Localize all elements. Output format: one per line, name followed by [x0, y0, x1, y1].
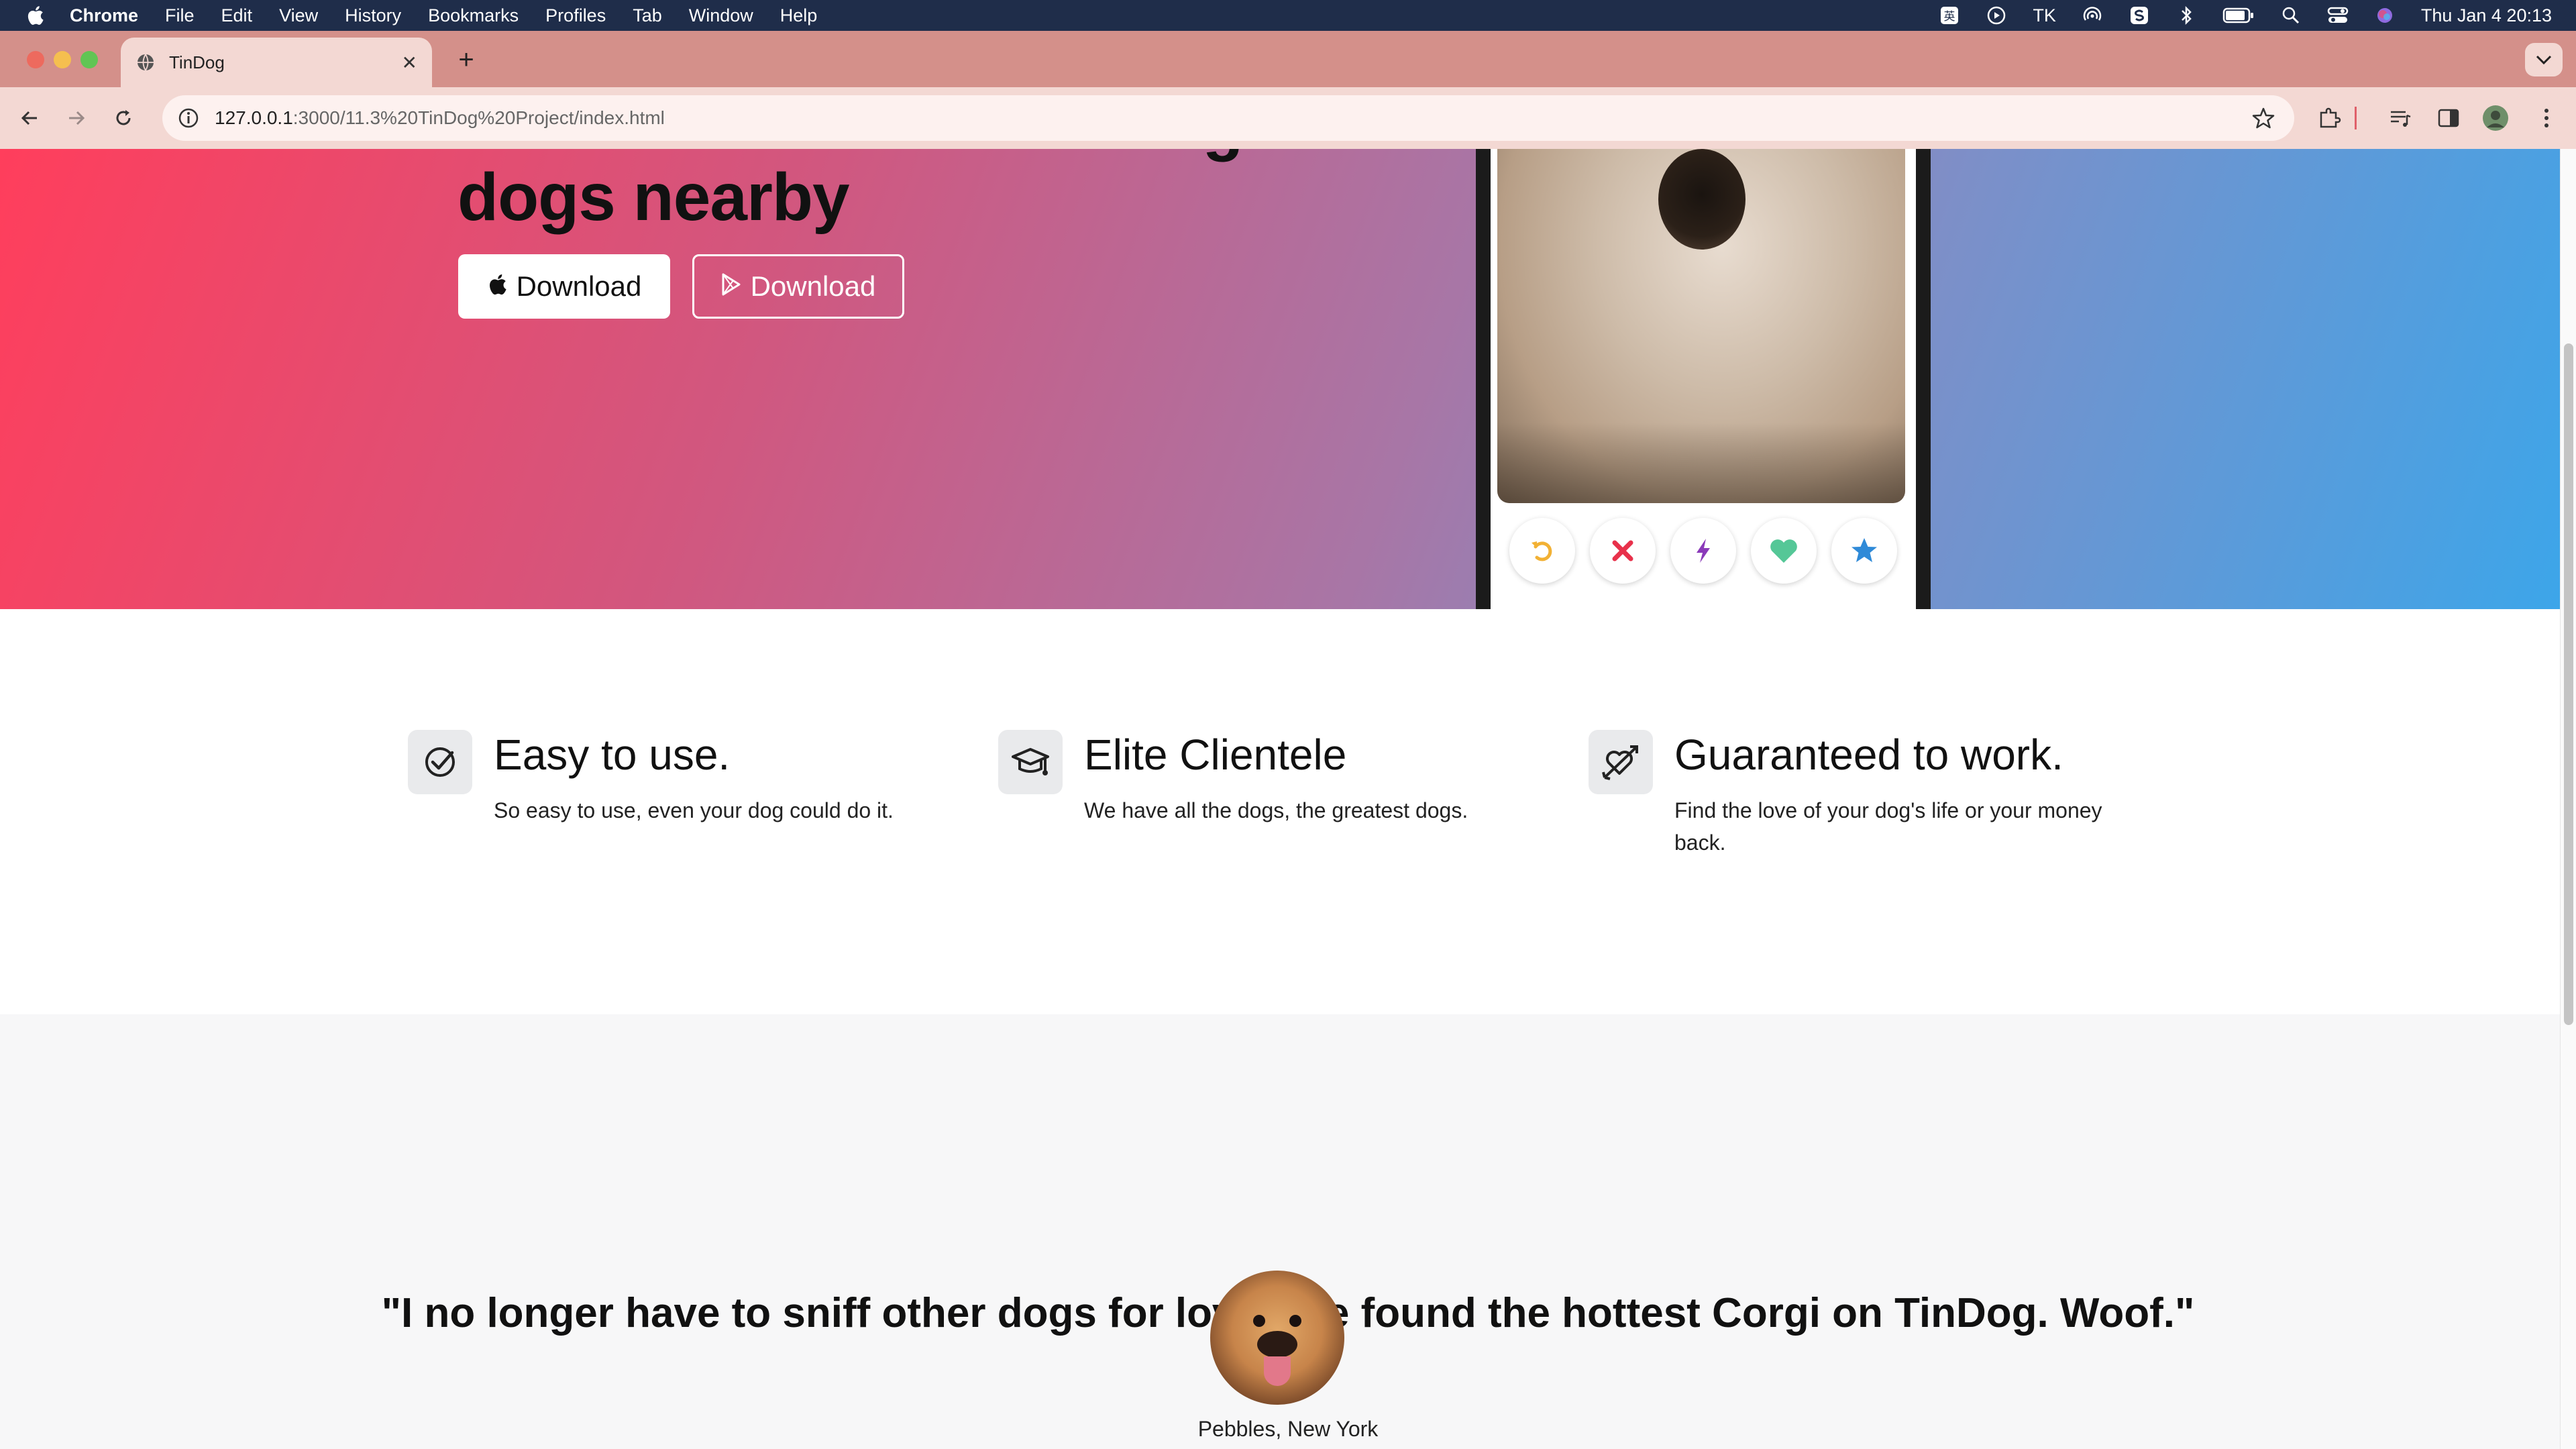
new-tab-plus-icon[interactable]: + [449, 43, 483, 76]
apple-download-label: Download [516, 270, 642, 302]
menu-bar-status-area: 英 TK Thu Jan 4 20:13 [1939, 0, 2552, 31]
tab-search-chevron-icon[interactable] [2525, 43, 2563, 76]
media-controls-icon[interactable] [2385, 103, 2415, 133]
back-arrow-icon[interactable] [12, 101, 47, 136]
bookmark-star-icon[interactable] [2251, 106, 2275, 130]
url-path: :3000/11.3%20TinDog%20Project/index.html [292, 107, 665, 128]
menu-view[interactable]: View [279, 5, 318, 26]
swipe-actions [1491, 518, 1916, 585]
feature-description: We have all the dogs, the greatest dogs. [1084, 798, 1468, 822]
play-circle-icon[interactable] [1986, 5, 2007, 26]
dog-profile-photo [1497, 149, 1905, 503]
scrollbar-thumb[interactable] [2564, 343, 2573, 1025]
bluetooth-icon[interactable] [2176, 5, 2197, 26]
dislike-x-icon[interactable] [1590, 518, 1656, 584]
menu-bar-clock[interactable]: Thu Jan 4 20:13 [2421, 5, 2552, 26]
extensions-puzzle-icon[interactable] [2314, 103, 2344, 133]
menu-window[interactable]: Window [689, 5, 753, 26]
google-play-download-label: Download [750, 270, 876, 302]
reload-icon[interactable] [106, 101, 141, 136]
apple-download-button[interactable]: Download [458, 254, 670, 319]
menu-history[interactable]: History [345, 5, 401, 26]
testimonial-dog-avatar [1210, 1271, 1344, 1405]
hero-section: Meet new and interesting dogs nearby Dow… [0, 149, 2576, 609]
toolbar-divider [2353, 103, 2359, 133]
dog-snout [1257, 1331, 1297, 1358]
macos-menu-bar: Chrome File Edit View History Bookmarks … [0, 0, 2576, 31]
apple-logo-icon[interactable] [25, 5, 46, 25]
check-circle-icon [408, 730, 472, 794]
site-info-icon[interactable] [177, 107, 200, 129]
phone-mockup [1476, 149, 1931, 609]
window-minimize-button[interactable] [54, 51, 71, 68]
menu-help[interactable]: Help [780, 5, 818, 26]
browser-tab-strip: TinDog ✕ + [0, 31, 2576, 87]
address-bar[interactable]: 127.0.0.1:3000/11.3%20TinDog%20Project/i… [162, 95, 2294, 141]
control-center-icon[interactable] [2327, 5, 2349, 26]
url-host: 127.0.0.1 [215, 107, 293, 128]
chrome-menu-icon[interactable] [2532, 103, 2561, 133]
profile-avatar[interactable] [2481, 103, 2510, 133]
testimonial-author: Pebbles, New York [1197, 1417, 1379, 1441]
window-close-button[interactable] [27, 51, 44, 68]
feature-description: Find the love of your dog's life or your… [1674, 798, 2102, 855]
boost-bolt-icon[interactable] [1670, 518, 1736, 584]
feature-title: Easy to use. [494, 731, 731, 779]
app-s-icon[interactable] [2129, 5, 2150, 26]
page-scrollbar[interactable] [2560, 149, 2576, 1449]
forward-arrow-icon[interactable] [59, 101, 94, 136]
photo-shade [1497, 423, 1905, 503]
dog-eye [1253, 1315, 1265, 1327]
input-method-icon[interactable]: 英 [1939, 5, 1960, 26]
window-zoom-button[interactable] [80, 51, 98, 68]
menu-app-name[interactable]: Chrome [70, 5, 138, 26]
siri-icon[interactable] [2374, 5, 2396, 26]
dog-tongue [1264, 1356, 1291, 1386]
dog-nose [1658, 149, 1746, 250]
like-heart-icon[interactable] [1751, 518, 1817, 584]
heart-arrow-icon [1589, 730, 1653, 794]
menu-file[interactable]: File [165, 5, 195, 26]
side-panel-icon[interactable] [2434, 103, 2463, 133]
browser-tab-tindog[interactable]: TinDog ✕ [121, 38, 432, 87]
tab-title: TinDog [169, 52, 225, 72]
feature-title: Elite Clientele [1084, 731, 1347, 779]
dog-eye [1289, 1315, 1301, 1327]
browser-toolbar: 127.0.0.1:3000/11.3%20TinDog%20Project/i… [0, 87, 2576, 149]
apple-icon [487, 270, 507, 303]
menu-tab[interactable]: Tab [633, 5, 662, 26]
globe-icon [136, 52, 156, 72]
spotlight-search-icon[interactable] [2280, 5, 2302, 26]
feature-description: So easy to use, even your dog could do i… [494, 798, 894, 822]
hero-title: Meet new and interesting dogs nearby [458, 149, 1244, 235]
menu-bookmarks[interactable]: Bookmarks [428, 5, 519, 26]
web-page: Meet new and interesting dogs nearby Dow… [0, 149, 2576, 1449]
super-like-star-icon[interactable] [1831, 518, 1897, 584]
status-text-tk[interactable]: TK [2033, 5, 2056, 26]
menu-profiles[interactable]: Profiles [545, 5, 606, 26]
google-play-download-button[interactable]: Download [692, 254, 904, 319]
phone-screen [1491, 149, 1916, 609]
feature-title: Guaranteed to work. [1674, 731, 2063, 779]
svg-text:英: 英 [1944, 10, 1955, 23]
url-text[interactable]: 127.0.0.1:3000/11.3%20TinDog%20Project/i… [215, 107, 665, 129]
google-play-icon [721, 270, 741, 303]
airdrop-icon[interactable] [2082, 5, 2103, 26]
menu-edit[interactable]: Edit [221, 5, 253, 26]
tab-close-icon[interactable]: ✕ [402, 52, 417, 74]
rewind-icon[interactable] [1509, 518, 1575, 584]
battery-icon[interactable] [2222, 5, 2255, 26]
graduation-cap-icon [998, 730, 1063, 794]
